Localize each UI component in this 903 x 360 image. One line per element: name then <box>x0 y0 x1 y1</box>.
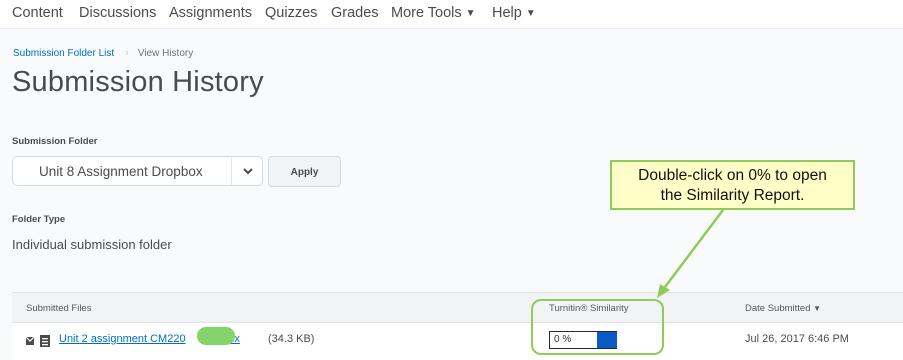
envelope-document-icon <box>25 335 50 347</box>
redaction-mark <box>197 327 235 345</box>
folder-type-value: Individual submission folder <box>12 237 172 252</box>
nav-discussions[interactable]: Discussions <box>79 5 156 21</box>
nav-more-tools-label: More Tools <box>391 5 462 21</box>
column-date-submitted[interactable]: Date Submitted ▼ <box>745 303 821 314</box>
nav-content[interactable]: Content <box>12 5 63 21</box>
callout-line-1: Double-click on 0% to open <box>638 167 827 184</box>
column-date-submitted-label: Date Submitted <box>745 303 811 314</box>
submission-folder-select[interactable]: Unit 8 Assignment Dropbox <box>12 156 263 186</box>
breadcrumb-current: View History <box>137 48 194 59</box>
chevron-down-icon: ▼ <box>525 8 536 19</box>
file-name: Unit 2 assignment CM220 <box>59 333 186 345</box>
course-navbar: Content Discussions Assignments Quizzes … <box>0 0 903 29</box>
breadcrumb: Submission Folder List › View History <box>13 47 193 59</box>
nav-assignments[interactable]: Assignments <box>169 5 252 21</box>
table-row: Unit 2 assignment CM220.docx (34.3 KB) 0… <box>12 323 903 360</box>
page-title: Submission History <box>12 66 264 98</box>
chevron-right-icon: › <box>125 47 129 59</box>
highlight-ring <box>531 299 664 355</box>
sort-down-icon: ▼ <box>813 304 822 313</box>
chevron-down-icon <box>243 168 253 175</box>
submission-folder-label: Submission Folder <box>12 136 98 147</box>
submission-folder-value: Unit 8 Assignment Dropbox <box>39 164 203 179</box>
folder-type-label: Folder Type <box>12 214 66 225</box>
nav-quizzes[interactable]: Quizzes <box>265 5 317 21</box>
breadcrumb-submission-folder-list[interactable]: Submission Folder List <box>13 48 114 59</box>
select-divider <box>231 157 232 185</box>
nav-help[interactable]: Help ▼ <box>492 5 536 21</box>
nav-more-tools[interactable]: More Tools ▼ <box>391 5 476 21</box>
date-submitted: Jul 26, 2017 6:46 PM <box>745 333 849 345</box>
chevron-down-icon: ▼ <box>465 8 476 19</box>
table-header: Submitted Files Turnitin® Similarity Dat… <box>12 292 903 323</box>
apply-button[interactable]: Apply <box>268 156 341 187</box>
nav-grades[interactable]: Grades <box>331 5 379 21</box>
nav-help-label: Help <box>492 5 522 21</box>
column-submitted-files: Submitted Files <box>26 303 92 314</box>
callout-line-2: the Similarity Report. <box>660 187 805 204</box>
instruction-callout: Double-click on 0% to open the Similarit… <box>610 160 855 210</box>
file-size: (34.3 KB) <box>268 333 315 345</box>
